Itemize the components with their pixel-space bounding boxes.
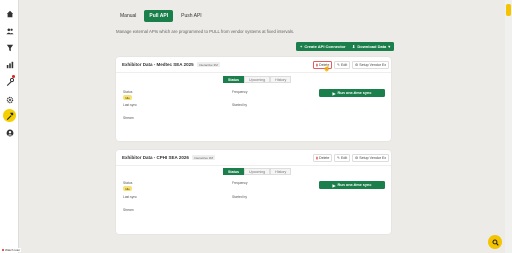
users-icon[interactable]	[3, 24, 16, 37]
last-sync-label: Last sync	[123, 103, 137, 107]
stream-label: Stream	[123, 116, 134, 120]
frequency-label: Frequency	[232, 181, 248, 185]
last-sync-label: Last sync	[123, 195, 137, 199]
trash-icon: ▮	[316, 63, 318, 67]
card-subtabs: Status Upcoming History	[223, 76, 292, 83]
gear-icon: ⚙	[355, 156, 359, 160]
chevron-down-icon: ▾	[388, 44, 391, 49]
status-badge: Idle	[123, 186, 132, 191]
edit-button[interactable]: ✎ Edit	[334, 154, 351, 162]
api-connector-card: Exhibitor Data - Medtec SEA 2025 Interac…	[116, 57, 391, 141]
tools-icon[interactable]	[3, 75, 16, 88]
tab-upcoming[interactable]: Upcoming	[243, 76, 271, 83]
tab-pull-api[interactable]: Pull API	[144, 10, 174, 22]
trash-icon: ▮	[316, 156, 318, 160]
user-icon[interactable]	[3, 126, 16, 139]
api-connector-card: Exhibitor Data - CPHI SEA 2026 Interacti…	[116, 150, 391, 234]
started-by-label: Started by	[232, 103, 248, 107]
card-title: Exhibitor Data - CPHI SEA 2026	[122, 155, 189, 160]
status-label: Status	[123, 181, 133, 185]
tab-status[interactable]: Status	[223, 168, 244, 175]
card-badge: Interactive 3M	[192, 155, 215, 161]
hammer-icon[interactable]	[3, 109, 16, 122]
tab-history[interactable]: History	[270, 76, 292, 83]
watch-tutorial-link[interactable]: Watch tutor	[1, 248, 22, 252]
pencil-icon: ✎	[337, 156, 341, 160]
filter-icon[interactable]	[3, 41, 16, 54]
card-header: Exhibitor Data - CPHI SEA 2026 Interacti…	[116, 150, 391, 166]
run-one-time-sync-button[interactable]: ▶ Run one-time sync	[319, 181, 385, 189]
frequency-label: Frequency	[232, 90, 248, 94]
play-icon: ▶	[332, 91, 336, 96]
notification-dot	[12, 75, 15, 78]
page-description: Manage external APIs which are programme…	[116, 29, 295, 34]
run-one-time-sync-button[interactable]: ▶ Run one-time sync	[319, 89, 385, 97]
plus-icon: +	[300, 44, 303, 49]
status-badge: Idle	[123, 95, 132, 100]
tab-manual[interactable]: Manual	[115, 10, 141, 22]
card-badge: Interactive 3M	[196, 62, 220, 68]
delete-button[interactable]: ▮ Delete	[313, 154, 333, 162]
api-tabs: Manual Pull API Push API	[115, 10, 207, 22]
download-data-button[interactable]: ⬇ Download Data ▾	[348, 42, 395, 51]
download-icon: ⬇	[352, 44, 356, 49]
search-icon	[491, 238, 499, 246]
tab-upcoming[interactable]: Upcoming	[243, 168, 271, 175]
play-icon: ▶	[332, 183, 336, 188]
scrollbar[interactable]	[505, 0, 512, 253]
report-icon[interactable]	[3, 58, 16, 71]
started-by-label: Started by	[232, 195, 248, 199]
tab-status[interactable]: Status	[223, 76, 244, 83]
pencil-icon: ✎	[337, 63, 341, 67]
home-icon[interactable]	[3, 7, 16, 20]
stream-label: Stream	[123, 208, 134, 212]
edit-button[interactable]: ✎ Edit	[334, 61, 351, 69]
mouse-pointer-icon: ☝	[323, 66, 331, 72]
setup-vendor-button[interactable]: ⚙ Setup Vendor Ex	[352, 154, 390, 162]
tab-history[interactable]: History	[270, 168, 292, 175]
scrollbar-thumb[interactable]	[506, 4, 511, 16]
tab-push-api[interactable]: Push API	[176, 10, 207, 22]
status-label: Status	[123, 90, 133, 94]
card-header: Exhibitor Data - Medtec SEA 2025 Interac…	[116, 57, 391, 73]
create-api-connector-button[interactable]: + Create API Connector	[296, 42, 350, 51]
floating-search-button[interactable]	[488, 235, 502, 249]
gear-icon: ⚙	[355, 63, 359, 67]
record-icon	[2, 249, 4, 251]
settings-icon[interactable]	[3, 93, 16, 106]
setup-vendor-button[interactable]: ⚙ Setup Vendor Ex	[352, 61, 390, 69]
card-subtabs: Status Upcoming History	[223, 168, 292, 175]
sidebar	[0, 0, 19, 253]
card-title: Exhibitor Data - Medtec SEA 2025	[122, 62, 194, 67]
